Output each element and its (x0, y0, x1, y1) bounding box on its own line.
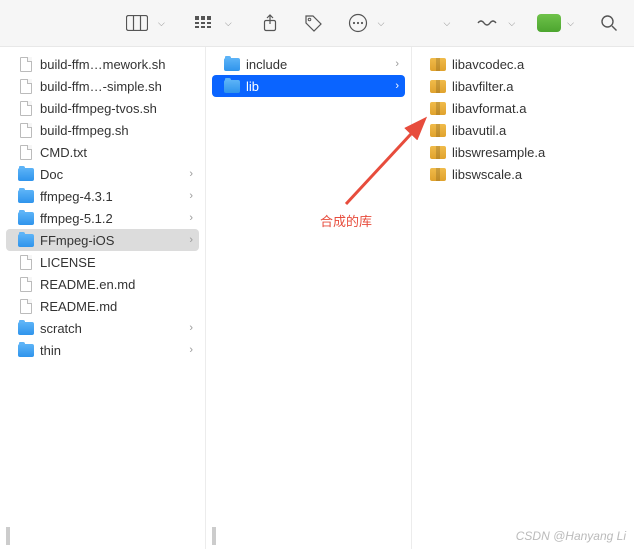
folder-icon (18, 210, 34, 226)
file-icon (18, 78, 34, 94)
column-1[interactable]: build-ffm…mework.sh build-ffm…-simple.sh b… (0, 47, 206, 549)
item-label: include (246, 57, 389, 72)
list-item[interactable]: libavfilter.a (418, 75, 628, 97)
item-label: libswresample.a (452, 145, 622, 160)
folder-icon (18, 232, 34, 248)
item-label: ffmpeg-4.3.1 (40, 189, 183, 204)
list-item[interactable]: build-ffmpeg-tvos.sh (6, 97, 199, 119)
item-label: FFmpeg-iOS (40, 233, 183, 248)
file-icon (18, 254, 34, 270)
list-item[interactable]: ffmpeg-5.1.2 › (6, 207, 199, 229)
folder-icon (18, 320, 34, 336)
more-circle-icon[interactable] (344, 10, 372, 36)
chevron-down-icon[interactable]: ⌵ (440, 15, 455, 32)
list-item[interactable]: build-ffmpeg.sh (6, 119, 199, 141)
search-icon[interactable] (596, 11, 622, 35)
item-label: LICENSE (40, 255, 193, 270)
archive-icon (430, 166, 446, 182)
folder-icon (18, 188, 34, 204)
scroll-indicator (6, 527, 10, 545)
list-item[interactable]: libavutil.a (418, 119, 628, 141)
item-label: libavfilter.a (452, 79, 622, 94)
file-icon (18, 100, 34, 116)
list-item[interactable]: libswresample.a (418, 141, 628, 163)
column-2[interactable]: include › lib › (206, 47, 412, 549)
item-label: CMD.txt (40, 145, 193, 160)
list-item[interactable]: README.md (6, 295, 199, 317)
chevron-right-icon: › (189, 344, 193, 356)
item-label: build-ffmpeg.sh (40, 123, 193, 138)
list-item[interactable]: libavformat.a (418, 97, 628, 119)
column-3[interactable]: libavcodec.a libavfilter.a libavformat.a li… (412, 47, 634, 549)
item-label: libavcodec.a (452, 57, 622, 72)
connect-icon[interactable] (472, 15, 502, 31)
chevron-right-icon: › (189, 322, 193, 334)
chevron-right-icon: › (395, 80, 399, 92)
list-item[interactable]: build-ffm…-simple.sh (6, 75, 199, 97)
list-item[interactable]: LICENSE (6, 251, 199, 273)
folder-icon (18, 342, 34, 358)
color-action-button[interactable] (537, 14, 561, 32)
list-item[interactable]: thin › (6, 339, 199, 361)
file-icon (18, 122, 34, 138)
item-label: libswscale.a (452, 167, 622, 182)
item-label: build-ffm…-simple.sh (40, 79, 193, 94)
columns-view-icon[interactable] (122, 12, 152, 34)
scroll-indicator (212, 527, 216, 545)
chevron-right-icon: › (189, 190, 193, 202)
item-label: Doc (40, 167, 183, 182)
list-item[interactable]: scratch › (6, 317, 199, 339)
archive-icon (430, 78, 446, 94)
item-label: README.md (40, 299, 193, 314)
list-item[interactable]: Doc › (6, 163, 199, 185)
folder-icon (18, 166, 34, 182)
item-label: build-ffm…mework.sh (40, 57, 193, 72)
file-icon (18, 298, 34, 314)
file-icon (18, 144, 34, 160)
folder-icon (224, 56, 240, 72)
chevron-down-icon[interactable]: ⌵ (374, 15, 389, 32)
item-label: thin (40, 343, 183, 358)
item-label: ffmpeg-5.1.2 (40, 211, 183, 226)
item-label: README.en.md (40, 277, 193, 292)
list-item[interactable]: libswscale.a (418, 163, 628, 185)
chevron-down-icon[interactable]: ⌵ (221, 15, 236, 32)
list-item[interactable]: CMD.txt (6, 141, 199, 163)
chevron-right-icon: › (189, 168, 193, 180)
archive-icon (430, 100, 446, 116)
item-label: lib (246, 79, 389, 94)
list-item[interactable]: libavcodec.a (418, 53, 628, 75)
column-view: build-ffm…mework.sh build-ffm…-simple.sh b… (0, 46, 634, 549)
chevron-down-icon[interactable]: ⌵ (563, 15, 578, 32)
item-label: libavformat.a (452, 101, 622, 116)
item-label: libavutil.a (452, 123, 622, 138)
chevron-down-icon[interactable]: ⌵ (504, 15, 519, 32)
file-icon (18, 276, 34, 292)
archive-icon (430, 122, 446, 138)
list-item[interactable]: lib › (212, 75, 405, 97)
list-item[interactable]: include › (212, 53, 405, 75)
chevron-right-icon: › (189, 234, 193, 246)
chevron-right-icon: › (189, 212, 193, 224)
share-icon[interactable] (258, 11, 282, 35)
tag-icon[interactable] (300, 11, 326, 35)
toolbar: ⌵ ⌵ ⌵ ⌵ ⌵ ⌵ (0, 0, 634, 46)
item-label: build-ffmpeg-tvos.sh (40, 101, 193, 116)
folder-icon (224, 78, 240, 94)
item-label: scratch (40, 321, 183, 336)
list-item[interactable]: README.en.md (6, 273, 199, 295)
chevron-right-icon: › (395, 58, 399, 70)
archive-icon (430, 144, 446, 160)
list-item[interactable]: ffmpeg-4.3.1 › (6, 185, 199, 207)
chevron-down-icon[interactable]: ⌵ (154, 15, 169, 32)
list-item[interactable]: FFmpeg-iOS › (6, 229, 199, 251)
grid-view-icon[interactable] (191, 13, 219, 33)
file-icon (18, 56, 34, 72)
list-item[interactable]: build-ffm…mework.sh (6, 53, 199, 75)
watermark: CSDN @Hanyang Li (516, 529, 626, 543)
archive-icon (430, 56, 446, 72)
